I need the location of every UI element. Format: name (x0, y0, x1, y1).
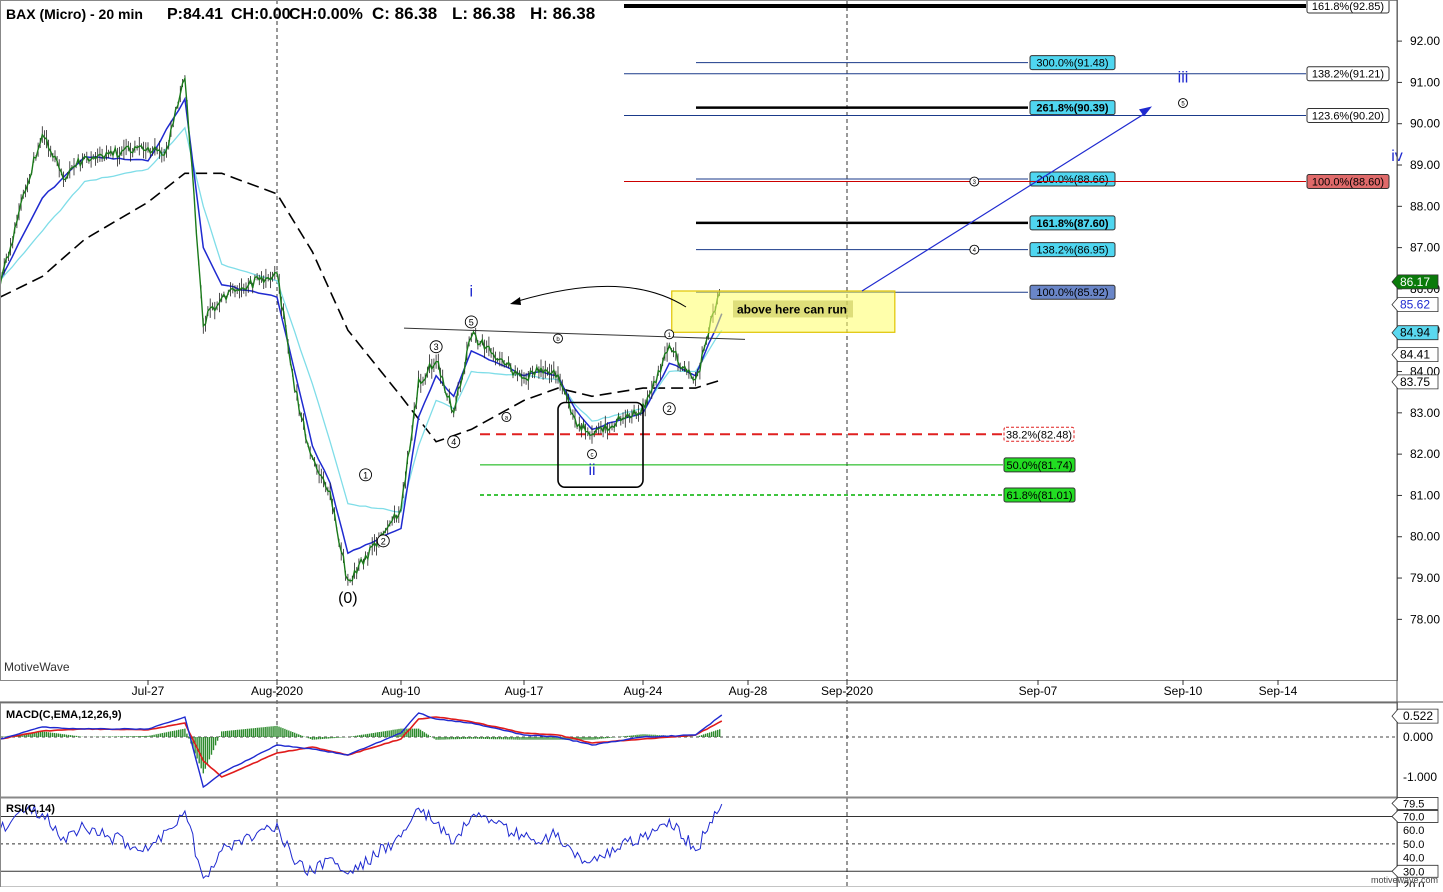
fib-label: 100.0%(85.92) (1036, 287, 1108, 299)
y-tick-label: 79.00 (1410, 571, 1440, 585)
wave-label: 3 (434, 342, 439, 352)
wave-label: c (591, 453, 594, 459)
y-tick-label: 87.00 (1410, 241, 1440, 255)
x-tick-label: Aug-24 (624, 684, 663, 698)
y-tick-label: 83.00 (1410, 406, 1440, 420)
site-credit: motivewave.com (1371, 875, 1438, 885)
price-badge-label: 83.75 (1400, 375, 1430, 389)
y-tick-label: 81.00 (1410, 488, 1440, 502)
y-tick-label: 78.00 (1410, 612, 1440, 626)
header-close: C: 86.38 (372, 4, 437, 23)
fib-label: 138.2%(91.21) (1312, 69, 1384, 81)
fib-label: 38.2%(82.48) (1006, 429, 1072, 441)
fib-label: 61.8%(81.01) (1006, 490, 1072, 502)
fib-label: 50.0%(81.74) (1006, 460, 1072, 472)
wave-label-primary: i (470, 283, 474, 300)
y-tick-label: 82.00 (1410, 447, 1440, 461)
x-tick-label: Jul-27 (132, 684, 165, 698)
highlight-label: above here can run (737, 302, 847, 316)
header-high: H: 86.38 (530, 4, 595, 23)
x-tick-label: Aug-2020 (251, 684, 303, 698)
x-tick-label: Aug-10 (382, 684, 421, 698)
x-tick-label: Aug-17 (505, 684, 544, 698)
x-tick-label: Sep-2020 (821, 684, 873, 698)
fib-label: 200.0%(88.66) (1036, 174, 1108, 186)
macd-tick-label: 0.522 (1403, 709, 1433, 723)
y-tick-label: 91.00 (1410, 75, 1440, 89)
macd-title: MACD(C,EMA,12,26,9) (6, 709, 122, 721)
wave-label-primary: ii (588, 462, 595, 479)
wave-label: 5 (469, 317, 474, 327)
fib-label: 261.8%(90.39) (1036, 103, 1108, 115)
y-tick-label: 90.00 (1410, 117, 1440, 131)
background (0, 0, 1443, 887)
price-badge-label: 85.62 (1400, 298, 1430, 312)
fib-label: 161.8%(92.85) (1312, 1, 1384, 13)
wave-label-primary: iii (1178, 69, 1189, 86)
header-change: CH:0.00 (231, 6, 291, 23)
y-tick-label: 89.00 (1410, 158, 1440, 172)
x-tick-label: Aug-28 (729, 684, 768, 698)
price-badge-label: 86.17 (1400, 275, 1430, 289)
watermark: MotiveWave (4, 660, 70, 674)
macd-tick-label: 0.000 (1403, 730, 1433, 744)
wave-label: 4 (451, 437, 456, 447)
rsi-tick-label: 79.5 (1403, 798, 1424, 810)
chart-svg[interactable]: 300.0%(91.48) 261.8%(90.39) 200.0%(88.66) 1… (0, 0, 1443, 892)
x-tick-label: Sep-14 (1259, 684, 1298, 698)
x-tick-label: Sep-07 (1019, 684, 1058, 698)
fib-label: 123.6%(90.20) (1312, 110, 1384, 122)
wave-label: 2 (667, 404, 672, 414)
y-tick-label: 80.00 (1410, 530, 1440, 544)
rsi-tick-label: 40.0 (1403, 853, 1424, 865)
macd-tick-label: -1.000 (1403, 770, 1437, 784)
wave-label-paren: (0) (338, 590, 358, 607)
rsi-title: RSI(C,14) (6, 803, 55, 815)
rsi-tick-label: 50.0 (1403, 839, 1424, 851)
header-low: L: 86.38 (452, 4, 515, 23)
rsi-tick-label: 70.0 (1403, 811, 1424, 823)
x-tick-label: Sep-10 (1164, 684, 1203, 698)
wave-label: 1 (363, 470, 368, 480)
chart-root: 300.0%(91.48) 261.8%(90.39) 200.0%(88.66) 1… (0, 0, 1443, 892)
fib-label: 100.0%(88.60) (1312, 177, 1384, 189)
header-change-pct: CH:0.00% (289, 6, 363, 23)
rsi-tick-label: 60.0 (1403, 825, 1424, 837)
header-price: P:84.41 (167, 6, 223, 23)
fib-label: 138.2%(86.95) (1036, 245, 1108, 257)
fib-label: 300.0%(91.48) (1036, 58, 1108, 70)
wave-label: 2 (381, 536, 386, 546)
y-tick-label: 88.00 (1410, 199, 1440, 213)
y-tick-label: 92.00 (1410, 34, 1440, 48)
price-badge-label: 84.41 (1400, 348, 1430, 362)
fib-label: 161.8%(87.60) (1036, 218, 1108, 230)
price-badge-label: 84.94 (1400, 326, 1430, 340)
header-symbol: BAX (Micro) - 20 min (6, 6, 143, 22)
